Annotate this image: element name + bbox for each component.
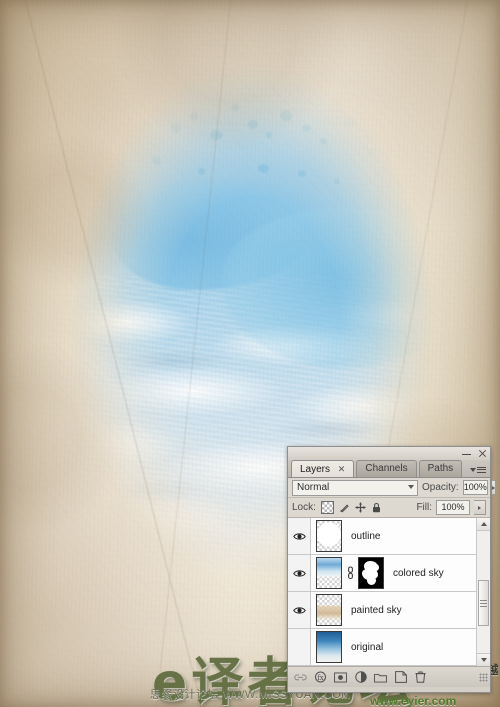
fill-label: Fill:	[416, 502, 432, 513]
link-icon[interactable]	[345, 565, 355, 581]
scroll-down-arrow[interactable]	[477, 653, 490, 666]
tab-channels[interactable]: Channels	[356, 460, 417, 477]
lock-transparency-icon[interactable]	[320, 501, 334, 514]
window-controls	[462, 447, 487, 460]
table-row[interactable]: painted sky	[288, 592, 490, 629]
layer-visibility-toggle[interactable]	[288, 518, 311, 554]
table-row[interactable]: outline	[288, 518, 490, 555]
layer-visibility-toggle[interactable]	[288, 592, 311, 628]
chevron-down-icon	[408, 484, 414, 489]
panel-titlebar	[288, 447, 490, 460]
lock-image-pixels-icon[interactable]	[339, 502, 350, 513]
fill-group: Fill: 100%	[416, 500, 486, 515]
layer-thumbnail[interactable]	[316, 557, 342, 589]
layer-name[interactable]: original	[351, 642, 383, 653]
blend-mode-select[interactable]: Normal	[292, 479, 418, 496]
new-layer-icon[interactable]	[394, 671, 407, 684]
add-layer-style-icon[interactable]: fx	[314, 671, 327, 684]
layer-name[interactable]: colored sky	[393, 568, 444, 579]
lock-label: Lock:	[292, 502, 316, 513]
panel-tab-bar: Layers ✕ Channels Paths	[288, 460, 490, 478]
blend-mode-row: Normal Opacity: 100%	[288, 478, 496, 498]
svg-text:fx: fx	[317, 674, 324, 682]
layer-list[interactable]: outline colored sky painted sky original	[288, 518, 490, 666]
tab-paths[interactable]: Paths	[418, 460, 463, 477]
opacity-stepper[interactable]	[491, 480, 496, 495]
screenshot-root: e译者论坛 思缘设计论坛-WWW.MISSYUAN.COM 创造 分享 超越 w…	[0, 0, 500, 707]
layers-panel: Layers ✕ Channels Paths Normal Opacity: …	[287, 446, 496, 693]
layer-visibility-toggle[interactable]	[288, 555, 311, 591]
layer-name[interactable]: painted sky	[351, 605, 402, 616]
tab-close-icon[interactable]: ✕	[338, 464, 346, 474]
lock-icons	[320, 501, 382, 514]
delete-layer-icon[interactable]	[414, 671, 427, 684]
new-adjustment-layer-icon[interactable]	[354, 671, 367, 684]
layer-thumbnail[interactable]	[316, 594, 342, 626]
scroll-thumb[interactable]	[478, 580, 489, 626]
table-row[interactable]: colored sky	[288, 555, 490, 592]
link-layers-icon[interactable]	[294, 671, 307, 684]
fill-stepper[interactable]	[474, 500, 486, 515]
tab-channels-label: Channels	[365, 463, 408, 474]
hamburger-icon	[477, 466, 486, 473]
lock-position-icon[interactable]	[355, 502, 366, 513]
tab-paths-label: Paths	[427, 463, 454, 474]
close-icon[interactable]	[478, 449, 487, 458]
layer-thumbnail[interactable]	[316, 631, 342, 663]
eye-icon	[292, 532, 306, 540]
layer-name[interactable]: outline	[351, 531, 380, 542]
minimize-icon[interactable]	[462, 449, 471, 458]
blend-mode-value: Normal	[297, 482, 330, 493]
eye-icon	[292, 606, 306, 614]
layer-visibility-toggle[interactable]	[288, 629, 311, 665]
new-group-icon[interactable]	[374, 671, 387, 684]
layer-thumbnail[interactable]	[316, 520, 342, 552]
tab-layers[interactable]: Layers ✕	[291, 460, 355, 477]
panel-bottom-toolbar: fx	[288, 666, 490, 687]
opacity-input[interactable]: 100%	[462, 480, 488, 495]
panel-menu-icon[interactable]	[468, 463, 486, 476]
eye-icon	[292, 569, 306, 577]
scroll-up-arrow[interactable]	[477, 518, 490, 531]
opacity-label: Opacity:	[422, 482, 459, 493]
panel-resize-grip[interactable]	[479, 672, 488, 682]
add-layer-mask-icon[interactable]	[334, 671, 347, 684]
layer-list-scrollbar[interactable]	[476, 518, 490, 666]
lock-row: Lock: Fill: 100%	[288, 498, 490, 518]
fill-input[interactable]: 100%	[436, 500, 470, 515]
layer-mask-thumbnail[interactable]	[358, 557, 384, 589]
tab-layers-label: Layers	[300, 464, 331, 475]
lock-all-icon[interactable]	[371, 502, 382, 513]
table-row[interactable]: original	[288, 629, 490, 666]
chevron-down-icon	[470, 467, 476, 472]
